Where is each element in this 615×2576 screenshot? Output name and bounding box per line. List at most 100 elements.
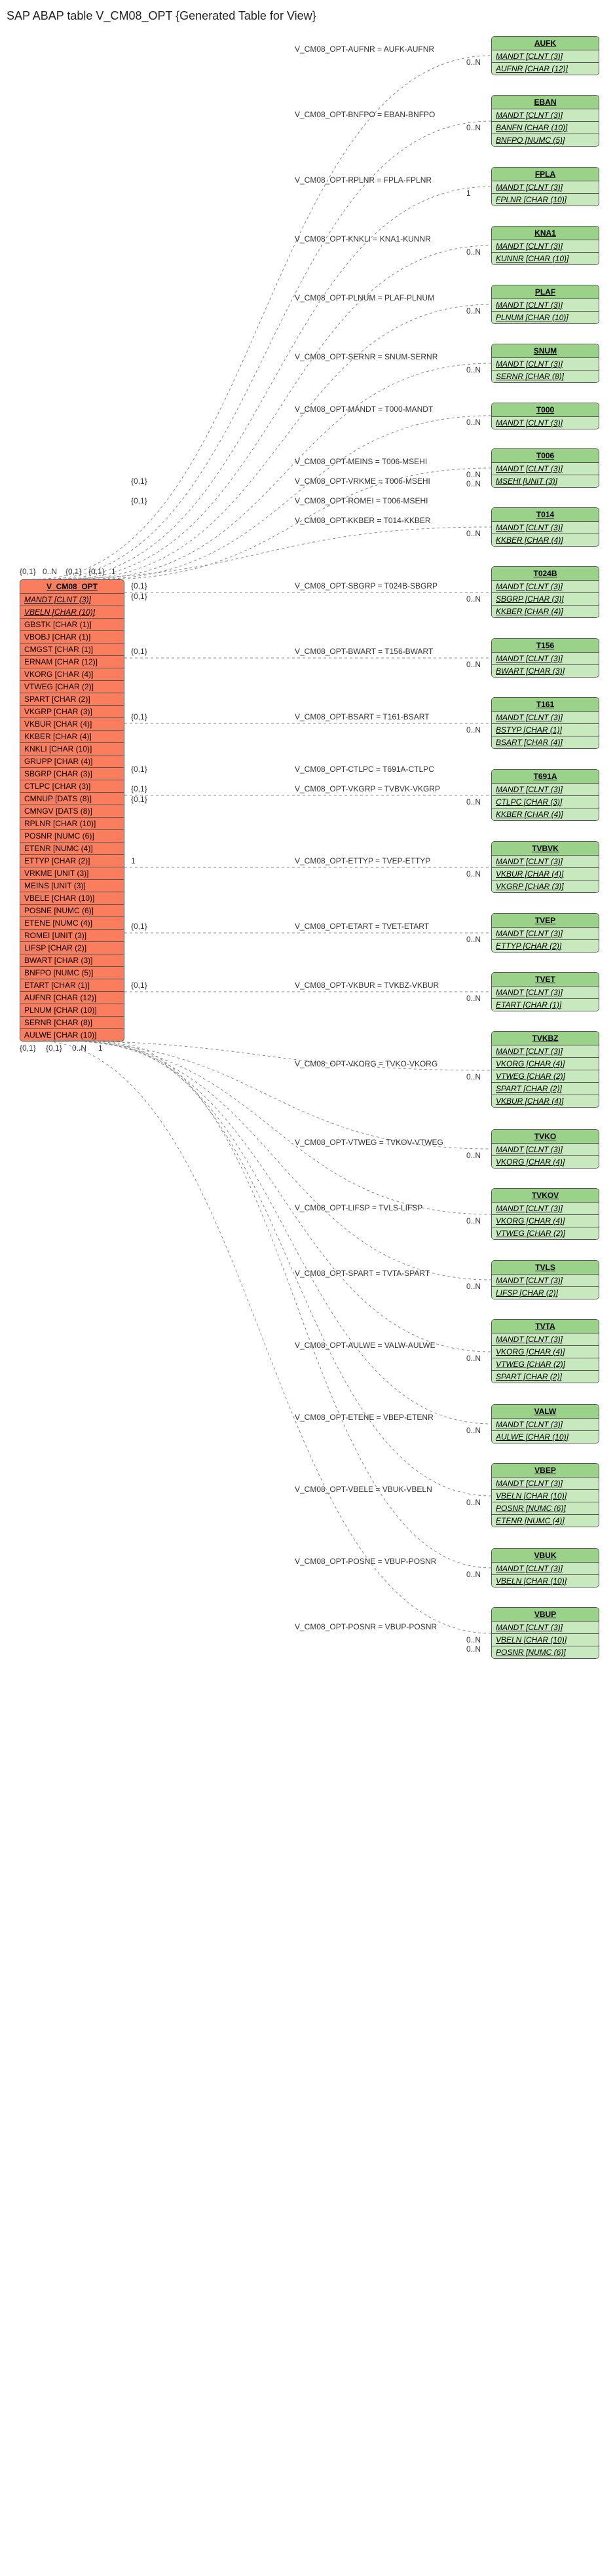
page-title: SAP ABAP table V_CM08_OPT {Generated Tab… — [7, 9, 608, 23]
entity-field: KUNNR [CHAR (10)] — [492, 253, 599, 264]
entity-field: SERNR [CHAR (8)] — [492, 371, 599, 382]
cardinality: 1 — [111, 567, 116, 576]
entity-field: VBELE [CHAR (10)] — [20, 892, 124, 905]
cardinality: 0..N — [466, 306, 481, 316]
join-label: V_CM08_OPT-LIFSP = TVLS-LIFSP — [295, 1203, 422, 1212]
entity-field: MANDT [CLNT (3)] — [492, 240, 599, 253]
entity-field: VTWEG [CHAR (2)] — [492, 1070, 599, 1083]
entity-field: AULWE [CHAR (10)] — [492, 1431, 599, 1443]
join-label: V_CM08_OPT-MANDT = T000-MANDT — [295, 405, 434, 414]
entity-vbep: VBEPMANDT [CLNT (3)]VBELN [CHAR (10)]POS… — [491, 1463, 599, 1527]
entity-field: FPLNR [CHAR (10)] — [492, 194, 599, 206]
cardinality: {0,1} — [131, 784, 147, 793]
join-label: V_CM08_OPT-VKORG = TVKO-VKORG — [295, 1059, 438, 1068]
join-label: V_CM08_OPT-RPLNR = FPLA-FPLNR — [295, 175, 432, 185]
cardinality: 0..N — [466, 479, 481, 488]
entity-title: T000 — [492, 403, 599, 417]
entity-field: VKORG [CHAR (4)] — [492, 1156, 599, 1168]
entity-field: VKBUR [CHAR (4)] — [492, 1095, 599, 1107]
entity-field: AUFNR [CHAR (12)] — [20, 992, 124, 1004]
entity-field: KKBER [CHAR (4)] — [20, 731, 124, 743]
join-label: V_CM08_OPT-VRKME = T006-MSEHI — [295, 477, 430, 486]
entity-field: GBSTK [CHAR (1)] — [20, 619, 124, 631]
entity-field: BSART [CHAR (4)] — [492, 736, 599, 748]
cardinality: 0..N — [466, 1282, 481, 1291]
entity-t006: T006MANDT [CLNT (3)]MSEHI [UNIT (3)] — [491, 448, 599, 488]
entity-title: TVBVK — [492, 842, 599, 856]
join-label: V_CM08_OPT-ETART = TVET-ETART — [295, 922, 430, 931]
cardinality: 1 — [98, 1043, 103, 1053]
cardinality: 1 — [466, 189, 471, 198]
entity-field: CMNUP [DATS (8)] — [20, 793, 124, 805]
entity-field: MANDT [CLNT (3)] — [492, 358, 599, 371]
cardinality: 0..N — [466, 1426, 481, 1435]
entity-field: MANDT [CLNT (3)] — [492, 1622, 599, 1634]
entity-field: VBELN [CHAR (10)] — [492, 1575, 599, 1587]
entity-main: V_CM08_OPTMANDT [CLNT (3)]VBELN [CHAR (1… — [20, 579, 124, 1042]
join-label: V_CM08_OPT-BNFPO = EBAN-BNFPO — [295, 110, 435, 119]
entity-field: VBOBJ [CHAR (1)] — [20, 631, 124, 644]
entity-field: MANDT [CLNT (3)] — [492, 712, 599, 724]
entity-valw: VALWMANDT [CLNT (3)]AULWE [CHAR (10)] — [491, 1404, 599, 1443]
cardinality: 0..N — [466, 365, 481, 374]
entity-field: ETTYP [CHAR (2)] — [492, 940, 599, 952]
entity-field: SPART [CHAR (2)] — [492, 1083, 599, 1095]
entity-t014: T014MANDT [CLNT (3)]KKBER [CHAR (4)] — [491, 507, 599, 547]
entity-field: CTLPC [CHAR (3)] — [20, 780, 124, 793]
entity-field: MANDT [CLNT (3)] — [492, 522, 599, 534]
entity-field: SBGRP [CHAR (3)] — [492, 593, 599, 606]
entity-field: ETTYP [CHAR (2)] — [20, 855, 124, 867]
cardinality: 1 — [131, 856, 136, 865]
entity-field: RPLNR [CHAR (10)] — [20, 818, 124, 830]
entity-field: SPART [CHAR (2)] — [492, 1371, 599, 1383]
cardinality: {0,1} — [131, 765, 147, 774]
entity-field: CMNGV [DATS (8)] — [20, 805, 124, 818]
entity-field: MANDT [CLNT (3)] — [492, 1275, 599, 1287]
entity-tvta: TVTAMANDT [CLNT (3)]VKORG [CHAR (4)]VTWE… — [491, 1319, 599, 1383]
join-label: V_CM08_OPT-SERNR = SNUM-SERNR — [295, 352, 438, 361]
cardinality: 0..N — [466, 1216, 481, 1225]
cardinality: 0..N — [466, 594, 481, 604]
entity-title: KNA1 — [492, 227, 599, 240]
entity-field: ETENR [NUMC (4)] — [20, 843, 124, 855]
cardinality: {0,1} — [131, 712, 147, 721]
join-label: V_CM08_OPT-VKGRP = TVBVK-VKGRP — [295, 784, 440, 793]
entity-field: VKBUR [CHAR (4)] — [20, 718, 124, 731]
entity-field: MANDT [CLNT (3)] — [492, 1478, 599, 1490]
cardinality: 0..N — [466, 660, 481, 669]
entity-field: PLNUM [CHAR (10)] — [492, 312, 599, 323]
entity-title: VALW — [492, 1405, 599, 1419]
entity-snum: SNUMMANDT [CLNT (3)]SERNR [CHAR (8)] — [491, 344, 599, 383]
entity-plaf: PLAFMANDT [CLNT (3)]PLNUM [CHAR (10)] — [491, 285, 599, 324]
entity-field: MANDT [CLNT (3)] — [492, 417, 599, 429]
cardinality: 0..N — [466, 1072, 481, 1081]
entity-field: POSNR [NUMC (6)] — [20, 830, 124, 843]
entity-field: VKBUR [CHAR (4)] — [492, 868, 599, 880]
entity-field: CTLPC [CHAR (3)] — [492, 796, 599, 808]
entity-field: MANDT [CLNT (3)] — [492, 987, 599, 999]
join-label: V_CM08_OPT-POSNR = VBUP-POSNR — [295, 1622, 437, 1631]
join-label: V_CM08_OPT-VBELE = VBUK-VBELN — [295, 1485, 432, 1494]
cardinality: 0..N — [466, 797, 481, 807]
entity-tvep: TVEPMANDT [CLNT (3)]ETTYP [CHAR (2)] — [491, 913, 599, 952]
cardinality: {0,1} — [65, 567, 82, 576]
entity-title: EBAN — [492, 96, 599, 109]
entity-field: MANDT [CLNT (3)] — [492, 1563, 599, 1575]
er-diagram: V_CM08_OPTMANDT [CLNT (3)]VBELN [CHAR (1… — [7, 29, 608, 2563]
cardinality: 0..N — [466, 529, 481, 538]
cardinality: {0,1} — [131, 581, 147, 590]
cardinality: 0..N — [466, 725, 481, 735]
cardinality: 0..N — [466, 58, 481, 67]
entity-field: LIFSP [CHAR (2)] — [492, 1287, 599, 1299]
entity-field: VKORG [CHAR (4)] — [20, 668, 124, 681]
cardinality: {0,1} — [88, 567, 105, 576]
entity-field: VKGRP [CHAR (3)] — [492, 880, 599, 892]
cardinality: 0..N — [466, 869, 481, 879]
cardinality: {0,1} — [131, 496, 147, 505]
entity-field: ETENR [NUMC (4)] — [492, 1515, 599, 1527]
entity-field: KKBER [CHAR (4)] — [492, 606, 599, 617]
join-label: V_CM08_OPT-MEINS = T006-MSEHI — [295, 457, 427, 466]
entity-field: ETART [CHAR (1)] — [492, 999, 599, 1011]
join-label: V_CM08_OPT-POSNE = VBUP-POSNR — [295, 1557, 437, 1566]
entity-field: KKBER [CHAR (4)] — [492, 534, 599, 546]
